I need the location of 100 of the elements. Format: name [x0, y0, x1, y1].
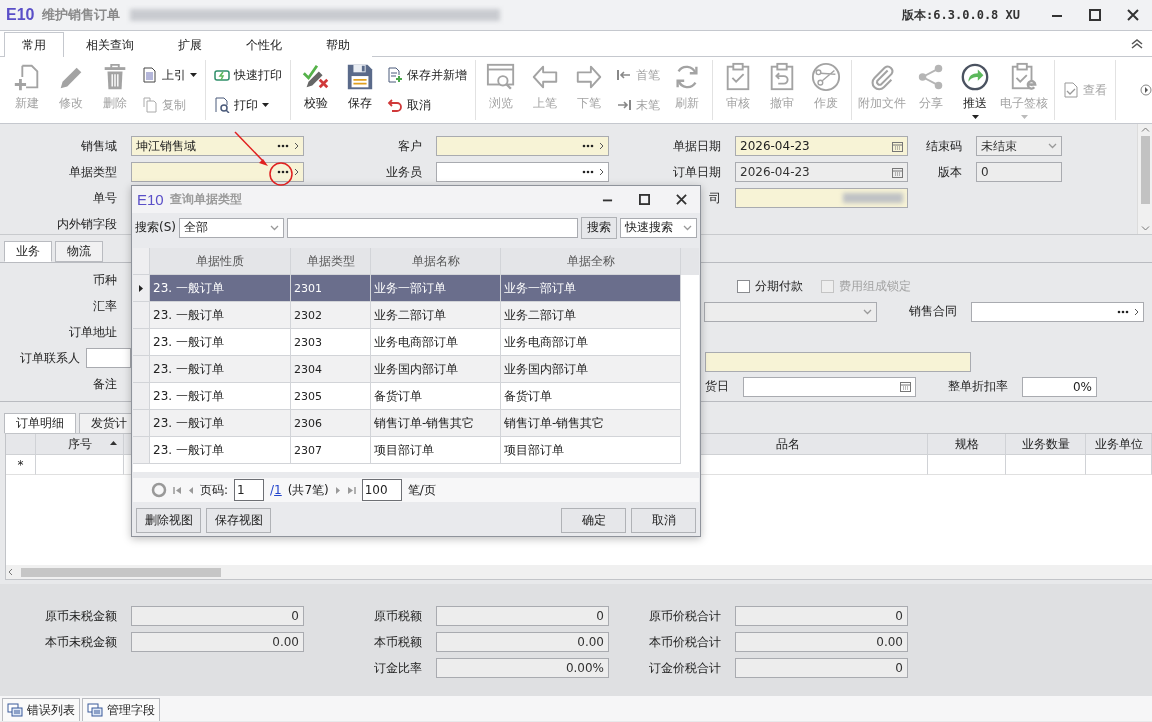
- add-document-icon: [387, 67, 403, 83]
- total-pages-link[interactable]: 1: [274, 483, 282, 497]
- clipboard-e-icon: [1009, 62, 1039, 92]
- chevron-down-icon: [1048, 143, 1057, 149]
- toolbar-button[interactable]: 打印: [211, 94, 285, 116]
- current-row-icon: [139, 284, 143, 292]
- app-logo: E10: [6, 6, 35, 24]
- field-label: 本币税额: [374, 633, 422, 651]
- scroll-left-icon[interactable]: [8, 568, 13, 576]
- first-page-icon[interactable]: [173, 485, 182, 495]
- field-label: 订金价税合计: [649, 659, 721, 677]
- refresh-icon[interactable]: [151, 482, 167, 498]
- dialog-button[interactable]: 取消: [631, 508, 696, 533]
- row-header[interactable]: [133, 275, 150, 302]
- previous-page-icon[interactable]: [188, 485, 194, 495]
- tab[interactable]: 管理字段: [82, 698, 160, 721]
- scrollbar-thumb[interactable]: [21, 567, 221, 577]
- toolbar-button[interactable]: 保存并新增: [384, 64, 470, 86]
- table-cell: 业务一部订单: [371, 275, 501, 302]
- combo-field[interactable]: 全部: [179, 217, 284, 238]
- toolbar-button[interactable]: 上引: [139, 64, 200, 86]
- tab[interactable]: 业务: [4, 241, 52, 262]
- maximize-icon[interactable]: [1089, 9, 1101, 21]
- combo-field[interactable]: [704, 301, 877, 322]
- combo-field[interactable]: 未结束: [976, 136, 1062, 156]
- chevron-right-icon: [294, 142, 299, 150]
- scroll-up-icon[interactable]: [1140, 127, 1150, 132]
- toolbar-button[interactable]: 取消: [384, 94, 470, 116]
- scissors-icon: [811, 62, 841, 92]
- lookup-field[interactable]: [971, 301, 1144, 322]
- dialog-button[interactable]: 确定: [561, 508, 626, 533]
- tab[interactable]: 物流: [55, 241, 103, 262]
- windows-icon: [7, 703, 23, 717]
- toolbar-button[interactable]: 保存: [338, 60, 382, 120]
- dialog-button[interactable]: 删除视图: [136, 508, 201, 533]
- calendar-icon: [892, 140, 903, 152]
- number-field[interactable]: 0%: [1022, 376, 1097, 397]
- scrollbar-thumb[interactable]: [1140, 136, 1150, 204]
- chevron-down-icon: [863, 308, 872, 315]
- chevron-right-icon: [599, 142, 604, 150]
- table-cell: 23. 一般订单: [150, 437, 291, 464]
- calendar-icon: [892, 166, 903, 178]
- field-label: 原币税额: [374, 607, 422, 625]
- lookup-field[interactable]: [436, 162, 609, 182]
- table-cell: 23. 一般订单: [150, 356, 291, 383]
- caret-icon: [190, 73, 197, 77]
- text-field[interactable]: 0: [976, 162, 1062, 182]
- search-label: 搜索(S): [135, 219, 176, 236]
- maximize-icon[interactable]: [639, 194, 650, 205]
- printer-icon: [214, 67, 230, 83]
- page-size-input[interactable]: 100: [361, 479, 402, 501]
- field-label: 订单日期: [673, 163, 721, 181]
- column-header[interactable]: 业务单位: [1086, 434, 1152, 454]
- search-button[interactable]: 搜索: [581, 216, 617, 239]
- date-field[interactable]: [743, 376, 916, 397]
- browse-window-icon: [486, 62, 516, 92]
- ellipsis-icon: [1117, 309, 1129, 314]
- tab[interactable]: 订单明细: [4, 413, 76, 434]
- date-field[interactable]: 2026-04-23: [735, 136, 908, 156]
- search-field[interactable]: [287, 217, 578, 238]
- number-field: 0.00%: [436, 658, 609, 678]
- scroll-down-icon[interactable]: [1140, 226, 1150, 231]
- column-header[interactable]: 业务数量: [1006, 434, 1086, 454]
- field-label: 货日: [704, 378, 730, 395]
- field-label: 订金比率: [374, 659, 422, 677]
- combo-field[interactable]: 快速搜索: [620, 217, 697, 238]
- scroll-right-icon[interactable]: [1140, 84, 1152, 96]
- toolbar-button[interactable]: 快速打印: [211, 64, 285, 86]
- next-page-icon[interactable]: [334, 485, 341, 495]
- chevron-down-icon: [270, 224, 279, 231]
- checkbox[interactable]: 分期付款: [737, 278, 803, 295]
- ellipsis-icon: [277, 170, 289, 174]
- text-field[interactable]: [86, 348, 131, 368]
- lookup-field[interactable]: [436, 136, 609, 156]
- tab[interactable]: 错误列表: [2, 698, 80, 721]
- lookup-field[interactable]: [131, 162, 304, 182]
- number-field: 0.00: [436, 632, 609, 652]
- first-record-icon: [616, 67, 632, 83]
- close-icon[interactable]: [676, 194, 687, 205]
- lookup-field[interactable]: 坤江销售域: [131, 136, 304, 156]
- toolbar-button[interactable]: 推送: [953, 60, 997, 120]
- page-input[interactable]: 1: [234, 479, 265, 501]
- column-header[interactable]: 规格: [928, 434, 1006, 454]
- record-count: (共7笔): [287, 481, 329, 499]
- collapse-icon[interactable]: [1130, 38, 1144, 49]
- dialog-button[interactable]: 保存视图: [206, 508, 271, 533]
- field-label: 币种: [93, 271, 117, 289]
- document-icon: [142, 67, 158, 83]
- field-label: 内外销字段: [57, 215, 117, 233]
- close-icon[interactable]: [1127, 9, 1139, 21]
- toolbar-button[interactable]: 校验: [294, 60, 338, 120]
- column-header[interactable]: 序号: [36, 434, 124, 454]
- field-label: 司: [709, 189, 721, 207]
- last-page-icon[interactable]: [346, 485, 356, 495]
- date-field[interactable]: 2026-04-23: [735, 162, 908, 182]
- ribbon-tab[interactable]: 常用: [4, 32, 64, 57]
- text-field[interactable]: [705, 351, 971, 372]
- blurred-field[interactable]: [735, 188, 908, 208]
- save-icon: [345, 62, 375, 92]
- field-label: 汇率: [93, 297, 117, 315]
